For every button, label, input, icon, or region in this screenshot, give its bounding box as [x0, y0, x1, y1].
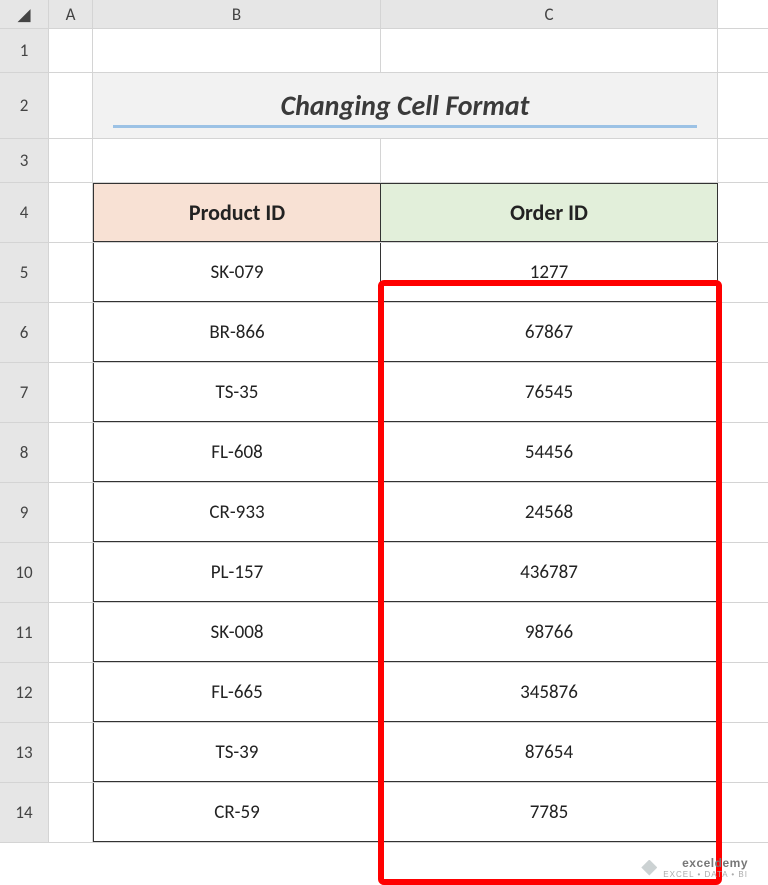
row-2: 2 Changing Cell Format [0, 73, 768, 139]
row-header-12[interactable]: 12 [0, 663, 49, 722]
select-all-corner[interactable]: ◢ [0, 0, 49, 28]
row-5: 5 SK-0791277 [0, 243, 768, 303]
cell-a13[interactable] [49, 723, 93, 782]
cell-a4[interactable] [49, 183, 93, 242]
cell-a2[interactable] [49, 73, 93, 138]
watermark-logo-icon [641, 860, 657, 876]
watermark-tagline: EXCEL • DATA • BI [663, 870, 748, 879]
row-header-9[interactable]: 9 [0, 483, 49, 542]
row-header-4[interactable]: 4 [0, 183, 49, 242]
row-7: 7 TS-3576545 [0, 363, 768, 423]
cell-product-11[interactable]: SK-008 [93, 603, 381, 662]
row-header-1[interactable]: 1 [0, 29, 49, 72]
row-header-5[interactable]: 5 [0, 243, 49, 302]
watermark-brand: exceldemy [682, 856, 748, 870]
cell-c1[interactable] [381, 29, 718, 72]
cell-a8[interactable] [49, 423, 93, 482]
cell-product-13[interactable]: TS-39 [93, 723, 381, 782]
cell-a3[interactable] [49, 139, 93, 182]
row-header-6[interactable]: 6 [0, 303, 49, 362]
row-8: 8 FL-60854456 [0, 423, 768, 483]
row-13: 13 TS-3987654 [0, 723, 768, 783]
cell-product-7[interactable]: TS-35 [93, 363, 381, 422]
row-header-14[interactable]: 14 [0, 783, 49, 842]
cell-order-14[interactable]: 7785 [381, 783, 718, 842]
cell-order-9[interactable]: 24568 [381, 483, 718, 542]
row-12: 12 FL-665345876 [0, 663, 768, 723]
cell-order-6[interactable]: 67867 [381, 303, 718, 362]
title-text: Changing Cell Format [281, 88, 530, 123]
title-cell[interactable]: Changing Cell Format [93, 73, 718, 138]
cell-b1[interactable] [93, 29, 381, 72]
row-header-3[interactable]: 3 [0, 139, 49, 182]
row-header-10[interactable]: 10 [0, 543, 49, 602]
cell-product-10[interactable]: PL-157 [93, 543, 381, 602]
cell-order-5[interactable]: 1277 [381, 243, 718, 302]
cell-a11[interactable] [49, 603, 93, 662]
row-1: 1 [0, 29, 768, 73]
watermark: exceldemy EXCEL • DATA • BI [641, 856, 748, 879]
cell-a6[interactable] [49, 303, 93, 362]
row-header-2[interactable]: 2 [0, 73, 49, 138]
row-header-7[interactable]: 7 [0, 363, 49, 422]
cell-order-10[interactable]: 436787 [381, 543, 718, 602]
cell-a14[interactable] [49, 783, 93, 842]
column-header-c[interactable]: C [381, 0, 718, 28]
cell-product-9[interactable]: CR-933 [93, 483, 381, 542]
row-6: 6 BR-86667867 [0, 303, 768, 363]
cell-order-7[interactable]: 76545 [381, 363, 718, 422]
row-header-11[interactable]: 11 [0, 603, 49, 662]
cell-product-6[interactable]: BR-866 [93, 303, 381, 362]
column-header-b[interactable]: B [93, 0, 381, 28]
header-product-id[interactable]: Product ID [93, 183, 381, 242]
row-11: 11 SK-00898766 [0, 603, 768, 663]
cell-a10[interactable] [49, 543, 93, 602]
title-underline [113, 125, 697, 128]
column-header-a[interactable]: A [49, 0, 93, 28]
cell-c3[interactable] [381, 139, 718, 182]
column-headers-row: ◢ A B C [0, 0, 768, 29]
cell-product-12[interactable]: FL-665 [93, 663, 381, 722]
cell-order-11[interactable]: 98766 [381, 603, 718, 662]
cell-order-13[interactable]: 87654 [381, 723, 718, 782]
cell-b3[interactable] [93, 139, 381, 182]
cell-a1[interactable] [49, 29, 93, 72]
row-3: 3 [0, 139, 768, 183]
cell-order-8[interactable]: 54456 [381, 423, 718, 482]
row-4: 4 Product ID Order ID [0, 183, 768, 243]
header-order-id[interactable]: Order ID [381, 183, 718, 242]
cell-a12[interactable] [49, 663, 93, 722]
cell-product-14[interactable]: CR-59 [93, 783, 381, 842]
row-header-8[interactable]: 8 [0, 423, 49, 482]
row-header-13[interactable]: 13 [0, 723, 49, 782]
cell-order-12[interactable]: 345876 [381, 663, 718, 722]
row-14: 14 CR-597785 [0, 783, 768, 843]
cell-a7[interactable] [49, 363, 93, 422]
cell-product-8[interactable]: FL-608 [93, 423, 381, 482]
row-10: 10 PL-157436787 [0, 543, 768, 603]
row-9: 9 CR-93324568 [0, 483, 768, 543]
cell-a5[interactable] [49, 243, 93, 302]
cell-product-5[interactable]: SK-079 [93, 243, 381, 302]
cell-a9[interactable] [49, 483, 93, 542]
